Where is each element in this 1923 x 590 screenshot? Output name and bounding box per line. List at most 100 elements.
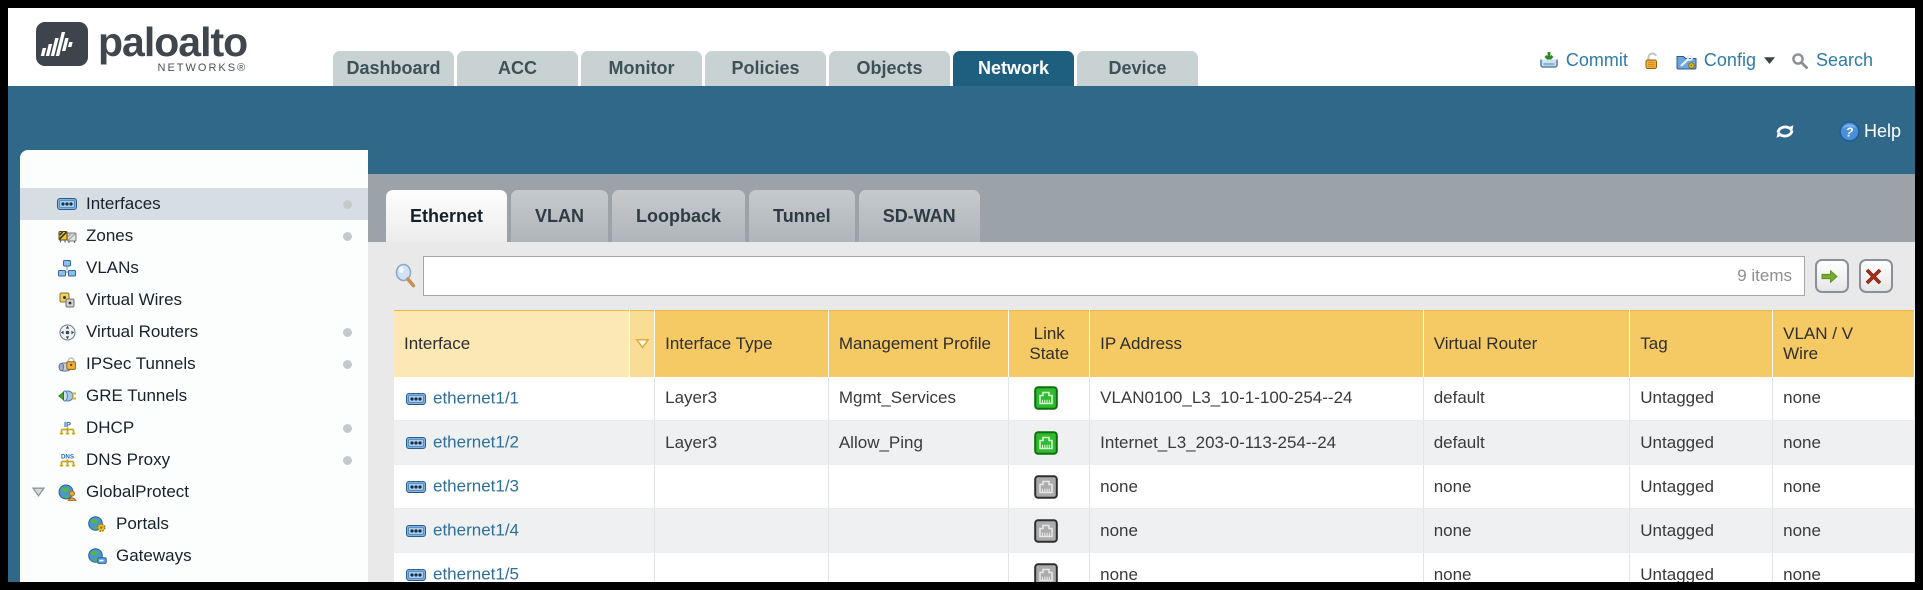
subtab-ethernet[interactable]: Ethernet <box>386 190 507 242</box>
expand-triangle-icon[interactable] <box>32 487 45 497</box>
virtual-routers-icon <box>56 324 78 341</box>
dropdown-caret-icon <box>1763 56 1776 65</box>
apply-filter-button[interactable] <box>1815 259 1849 293</box>
sort-triangle-icon <box>635 338 650 349</box>
cell-tag: Untagged <box>1630 421 1773 465</box>
sidebar-item-zones[interactable]: Zones <box>20 220 368 252</box>
cell-tag: Untagged <box>1630 553 1773 583</box>
brand-subtitle: NETWORKS® <box>158 62 248 74</box>
subtab-sd-wan[interactable]: SD-WAN <box>859 190 980 242</box>
sidebar-item-label: DNS Proxy <box>86 450 343 470</box>
gre-tunnels-icon <box>56 389 78 403</box>
cell-link-state <box>1009 465 1090 509</box>
cell-vlan-wire: none <box>1773 421 1915 465</box>
nav-tab-acc[interactable]: ACC <box>457 51 578 86</box>
nav-tab-network[interactable]: Network <box>953 51 1074 86</box>
sidebar-item-virtual-routers[interactable]: Virtual Routers <box>20 316 368 348</box>
table-row: ethernet1/2Layer3Allow_PingInternet_L3_2… <box>394 421 1915 465</box>
config-menu-button[interactable]: Config <box>1676 50 1776 71</box>
interface-subtabs: EthernetVLANLoopbackTunnelSD-WAN <box>368 174 1915 242</box>
col-header-column-menu[interactable] <box>629 311 654 377</box>
nav-tab-monitor[interactable]: Monitor <box>581 51 702 86</box>
sidebar-item-dhcp[interactable]: IPDHCP <box>20 412 368 444</box>
secondary-bar: ? Help <box>8 86 1915 150</box>
search-label: Search <box>1816 50 1873 71</box>
sidebar-item-portals[interactable]: Portals <box>20 508 368 540</box>
link-up-icon <box>1034 431 1058 455</box>
col-header-ip-address[interactable]: IP Address <box>1090 311 1424 377</box>
sidebar-item-globalprotect[interactable]: GlobalProtect <box>20 476 368 508</box>
cell-interface: ethernet1/3 <box>394 465 655 509</box>
cell-virtual-router: none <box>1423 509 1630 553</box>
interface-link[interactable]: ethernet1/2 <box>433 433 519 452</box>
cell-link-state <box>1009 553 1090 583</box>
sidebar-item-gateways[interactable]: Gateways <box>20 540 368 572</box>
sidebar-item-virtual-wires[interactable]: Virtual Wires <box>20 284 368 316</box>
col-header-virtual-router[interactable]: Virtual Router <box>1423 311 1630 377</box>
help-label: Help <box>1864 121 1901 142</box>
link-down-icon <box>1034 563 1058 583</box>
search-button[interactable]: Search <box>1791 50 1873 71</box>
sidebar-item-gre-tunnels[interactable]: GRE Tunnels <box>20 380 368 412</box>
link-down-icon <box>1034 475 1058 499</box>
content-area: Interfaces Zones VLANs Virtual Wires Virtual… <box>8 150 1915 582</box>
nav-tab-policies[interactable]: Policies <box>705 51 826 86</box>
col-header-tag[interactable]: Tag <box>1630 311 1773 377</box>
help-button[interactable]: ? Help <box>1839 121 1901 142</box>
ethernet-port-icon <box>406 436 426 450</box>
sidebar-item-dns-proxy[interactable]: DNSDNS Proxy <box>20 444 368 476</box>
filter-input[interactable] <box>424 266 1737 286</box>
column-label: VLAN / V Wire <box>1783 324 1853 363</box>
search-icon <box>1791 52 1809 70</box>
sidebar-item-ipsec-tunnels[interactable]: IPSec Tunnels <box>20 348 368 380</box>
interface-link[interactable]: ethernet1/3 <box>433 477 519 496</box>
ethernet-port-icon <box>406 392 426 406</box>
sidebar-item-label: GRE Tunnels <box>86 386 368 406</box>
interface-link[interactable]: ethernet1/4 <box>433 521 519 540</box>
nav-tab-objects[interactable]: Objects <box>829 51 950 86</box>
clear-icon <box>1865 268 1882 285</box>
lock-button[interactable] <box>1643 51 1661 70</box>
cell-virtual-router: none <box>1423 465 1630 509</box>
interface-link[interactable]: ethernet1/1 <box>433 389 519 408</box>
col-header-management-profile[interactable]: Management Profile <box>828 311 1008 377</box>
column-label: Virtual Router <box>1434 334 1538 353</box>
app-window: paloalto NETWORKS® DashboardACCMonitorPo… <box>8 8 1915 582</box>
subtab-loopback[interactable]: Loopback <box>612 190 745 242</box>
sidebar-item-label: IPSec Tunnels <box>86 354 343 374</box>
sidebar-item-vlans[interactable]: VLANs <box>20 252 368 284</box>
sidebar-item-label: Virtual Routers <box>86 322 343 342</box>
commit-button[interactable]: Commit <box>1539 50 1628 71</box>
col-header-vlan-v-wire[interactable]: VLAN / V Wire <box>1773 311 1915 377</box>
cell-interface-type <box>655 509 829 553</box>
col-header-link-state[interactable]: Link State <box>1009 311 1090 377</box>
options-dot-icon <box>343 200 352 209</box>
filter-bar: 9 items <box>368 242 1915 310</box>
sidebar: Interfaces Zones VLANs Virtual Wires Virtual… <box>20 150 368 582</box>
cell-interface: ethernet1/1 <box>394 377 655 421</box>
cell-vlan-wire: none <box>1773 509 1915 553</box>
table-header-row: Interface Interface TypeManagement Profil… <box>394 311 1915 377</box>
nav-tab-device[interactable]: Device <box>1077 51 1198 86</box>
col-header-interface-type[interactable]: Interface Type <box>655 311 829 377</box>
virtual-wires-icon <box>56 292 78 308</box>
options-dot-icon <box>343 424 352 433</box>
subtab-tunnel[interactable]: Tunnel <box>749 190 855 242</box>
link-down-icon <box>1034 519 1058 543</box>
nav-tab-dashboard[interactable]: Dashboard <box>333 51 454 86</box>
sidebar-item-label: VLANs <box>86 258 368 278</box>
commit-label: Commit <box>1566 50 1628 71</box>
interface-link[interactable]: ethernet1/5 <box>433 565 519 582</box>
cell-link-state <box>1009 377 1090 421</box>
sidebar-item-label: Zones <box>86 226 343 246</box>
column-label: IP Address <box>1100 334 1182 353</box>
config-icon <box>1676 52 1697 70</box>
cell-interface: ethernet1/5 <box>394 553 655 583</box>
col-header-interface[interactable]: Interface <box>394 311 629 377</box>
sidebar-item-interfaces[interactable]: Interfaces <box>20 188 368 220</box>
options-dot-icon <box>343 456 352 465</box>
subtab-vlan[interactable]: VLAN <box>511 190 608 242</box>
refresh-icon[interactable] <box>1773 122 1797 141</box>
top-bar: paloalto NETWORKS® DashboardACCMonitorPo… <box>8 8 1915 86</box>
clear-filter-button[interactable] <box>1859 259 1893 293</box>
